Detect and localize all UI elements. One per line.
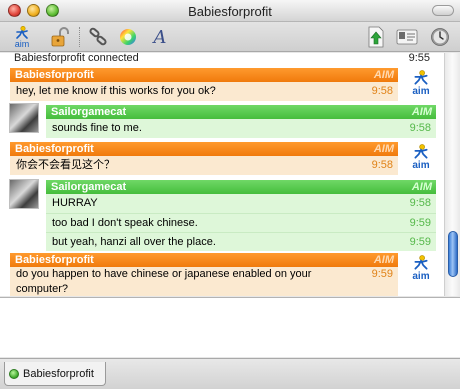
message-header: Sailorgamecat AIM [46,180,436,194]
message-line: hey, let me know if this works for you o… [10,82,398,101]
aim-logo-text: aim [412,160,430,171]
service-label: aim [14,38,30,49]
service-tag: AIM [373,143,394,155]
message-header: Babiesforprofit AIM [10,253,398,267]
aim-running-man-icon [414,144,428,159]
service-tag: AIM [373,69,394,81]
message-time: 9:58 [409,197,431,209]
toolbar-separator [79,27,80,47]
tab-babiesforprofit[interactable]: Babiesforprofit [4,362,106,386]
aim-logo-text: aim [412,271,430,282]
encryption-lock-button[interactable] [48,25,72,49]
message-text: but yeah, hanzi all over the place. [52,236,216,248]
message-time: 9:58 [371,159,393,171]
service-tag: AIM [411,106,432,118]
buddy-photo-avatar [9,103,39,133]
aim-logo-text: aim [412,86,430,97]
message-line: but yeah, hanzi all over the place. 9:59 [46,232,436,251]
font-button[interactable]: A [148,25,172,49]
message-time: 9:59 [409,217,431,229]
link-button[interactable] [86,25,110,49]
message-time: 9:58 [409,122,431,134]
scrollbar-thumb[interactable] [448,231,458,277]
status-text: Babiesforprofit connected [14,53,139,64]
status-time: 9:55 [408,53,430,64]
message-header: Babiesforprofit AIM [10,68,398,82]
message-text: computer? [16,283,68,295]
message-time: 9:59 [371,268,393,280]
message-input-field[interactable] [0,297,460,357]
aim-running-man-icon [16,25,28,39]
title-bar: Babiesforprofit [0,0,460,22]
message-line: computer? [10,282,398,296]
buddy-icon-aim: aim [406,254,436,284]
send-file-icon [368,26,384,48]
clock-icon [431,28,449,46]
buddy-photo-avatar [9,179,39,209]
contact-card-icon [396,29,418,45]
chain-link-icon [89,27,107,46]
sender-name: Babiesforprofit [15,69,94,81]
buddy-icon-aim: aim [406,143,436,173]
message-line: sounds fine to me. 9:58 [46,119,436,138]
service-tag: AIM [411,181,432,193]
font-letter-icon: A [153,26,167,48]
sender-name: Babiesforprofit [15,254,94,266]
message-time: 9:59 [409,236,431,248]
service-selector-button[interactable]: aim [8,25,36,49]
message-time: 9:58 [371,85,393,97]
message-header: Babiesforprofit AIM [10,142,398,156]
history-button[interactable] [428,25,452,49]
message-text: 你会不会看见这个？ [16,159,115,171]
message-text: do you happen to have chinese or japanes… [16,268,312,280]
message-text: hey, let me know if this works for you o… [16,85,216,97]
message-line: HURRAY 9:58 [46,194,436,213]
window-title: Babiesforprofit [188,4,272,19]
message-header: Sailorgamecat AIM [46,105,436,119]
sender-name: Babiesforprofit [15,143,94,155]
message-transcript[interactable]: Babiesforprofit connected 9:55 Babiesfor… [0,53,444,296]
aim-running-man-icon [414,255,428,270]
chat-window: Babiesforprofit aim A Babiesforprofit co… [0,0,460,389]
sender-name: Sailorgamecat [51,181,127,193]
status-line: Babiesforprofit connected 9:55 [0,53,444,67]
message-line: 你会不会看见这个？ 9:58 [10,156,398,175]
tab-bar: Babiesforprofit [0,358,460,389]
transcript-scrollbar[interactable] [444,53,460,296]
buddy-icon-aim: aim [406,69,436,99]
unlocked-padlock-icon [51,27,69,47]
message-line: too bad I don't speak chinese. 9:59 [46,213,436,232]
aim-running-man-icon [414,70,428,85]
message-text: sounds fine to me. [52,122,142,134]
message-text: too bad I don't speak chinese. [52,217,198,229]
get-info-button[interactable] [394,25,420,49]
message-text: HURRAY [52,197,98,209]
tab-label: Babiesforprofit [23,367,94,380]
sender-name: Sailorgamecat [51,106,127,118]
toolbar-toggle-button[interactable] [432,5,454,16]
online-status-icon [9,368,19,379]
color-picker-button[interactable] [116,25,140,49]
toolbar: aim A [0,22,460,52]
message-line: do you happen to have chinese or japanes… [10,267,398,282]
service-tag: AIM [373,254,394,266]
send-file-button[interactable] [364,25,388,49]
color-wheel-icon [120,29,136,45]
